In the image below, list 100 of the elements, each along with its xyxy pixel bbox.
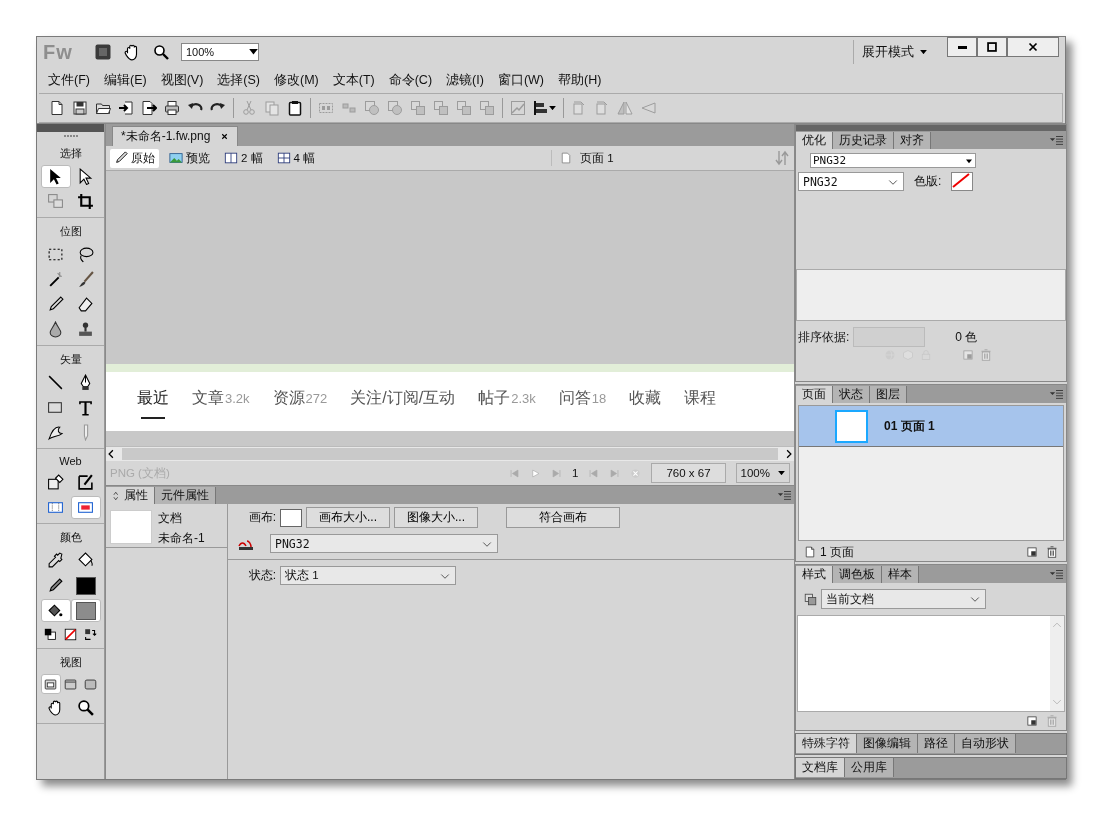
eraser-icon <box>77 296 94 313</box>
menu-item[interactable]: 文件(F) <box>41 69 97 91</box>
nav-tab-label: 问答 <box>558 388 591 408</box>
caret-icon[interactable] <box>549 105 556 111</box>
nav-tab-label: 关注/订阅/互动 <box>350 388 456 408</box>
panel-tab[interactable]: 文档库 <box>796 758 845 777</box>
eyedropper-icon <box>47 552 64 569</box>
panel-tab[interactable]: 调色板 <box>833 566 882 583</box>
new-page-icon[interactable] <box>1026 546 1038 558</box>
panel-tab[interactable]: 图层 <box>870 386 907 403</box>
canvas-button[interactable]: 图像大小... <box>394 507 479 528</box>
caret-icon[interactable] <box>920 49 927 55</box>
no-color-icon <box>64 627 77 641</box>
drop-icon <box>47 321 64 338</box>
color-count: 0 色 <box>955 328 978 346</box>
import-icon[interactable] <box>118 100 134 116</box>
close-button[interactable] <box>1007 37 1059 57</box>
panel-tab[interactable]: 状态 <box>833 386 870 403</box>
export-format-select[interactable]: PNG32 <box>270 534 498 553</box>
document-tab[interactable]: *未命名-1.fw.png <box>112 126 239 146</box>
menu-item[interactable]: 文本(T) <box>325 69 382 91</box>
nav-tab-label: 帖子 <box>478 388 511 408</box>
panel-menu-icon[interactable] <box>777 488 791 502</box>
clipboard-icon[interactable] <box>287 100 303 116</box>
panel-tab[interactable]: 优化 <box>796 132 833 149</box>
panel-tab[interactable]: 公用库 <box>845 758 894 777</box>
menu-item[interactable]: 命令(C) <box>381 69 440 91</box>
scrollbar-thumb[interactable] <box>122 448 778 460</box>
canvas-color-swatch[interactable] <box>280 508 302 527</box>
view-mode-button[interactable]: 4 幅 <box>272 148 320 168</box>
panel-tab[interactable]: 属性 <box>106 487 155 504</box>
caret-icon[interactable] <box>778 470 785 476</box>
panel-menu-icon[interactable] <box>1049 387 1063 401</box>
new-document-icon[interactable] <box>49 100 65 116</box>
panel-tab[interactable]: 对齐 <box>894 132 931 149</box>
style-library-icon <box>804 592 817 606</box>
panel-tab[interactable]: 样本 <box>882 566 919 583</box>
panel-tab[interactable]: 特殊字符 <box>796 734 857 753</box>
close-icon[interactable] <box>220 132 230 141</box>
caret-icon[interactable] <box>249 49 258 55</box>
align-icon[interactable] <box>533 100 549 116</box>
style-library-select[interactable]: 当前文档 <box>821 589 986 609</box>
view-mode-button[interactable]: 原始 <box>110 148 159 168</box>
menu-item[interactable]: 帮助(H) <box>551 69 609 91</box>
tool-button[interactable] <box>40 165 71 188</box>
panel-menu-icon[interactable] <box>1049 133 1063 147</box>
marquee-icon <box>47 246 64 263</box>
panel-tab[interactable]: 自动形状 <box>955 734 1016 753</box>
view-mode-button[interactable]: 2 幅 <box>220 148 267 168</box>
matte-swatch[interactable] <box>951 172 974 191</box>
menu-item[interactable]: 视图(V) <box>153 69 211 91</box>
minimize-button[interactable] <box>947 37 977 57</box>
new-style-icon[interactable] <box>1026 715 1038 727</box>
tool-button[interactable] <box>40 599 71 622</box>
slice-icon <box>77 474 94 491</box>
nav-tab-count: 18 <box>591 391 607 406</box>
zoom-icon <box>77 699 94 716</box>
state-select[interactable]: 状态 1 <box>280 566 456 585</box>
default-colors-icon <box>44 627 57 641</box>
tool-group-heading: 位图 <box>59 224 82 239</box>
maximize-button[interactable] <box>977 37 1007 57</box>
crop-icon <box>77 193 94 210</box>
fill-color-swatch[interactable] <box>75 601 96 620</box>
menu-item[interactable]: 窗口(W) <box>490 69 551 91</box>
zoom-dropdown[interactable]: 100% <box>735 463 790 483</box>
paint-bucket-icon <box>77 552 94 569</box>
menu-item[interactable]: 滤镜(I) <box>439 69 491 91</box>
folder-icon[interactable] <box>95 100 111 116</box>
preset-select[interactable]: PNG32 <box>810 153 976 168</box>
tool-group-heading: 选择 <box>59 146 82 161</box>
trash-icon[interactable] <box>1046 546 1058 558</box>
panel-tab[interactable]: 历史记录 <box>833 132 894 149</box>
menu-item[interactable]: 选择(S) <box>210 69 267 91</box>
canvas-button[interactable]: 画布大小... <box>306 507 390 528</box>
scroll-left-icon[interactable] <box>106 449 116 459</box>
panel-tab[interactable]: 页面 <box>796 386 833 403</box>
panel-tab[interactable]: 元件属性 <box>155 487 216 504</box>
page-row[interactable]: 01 页面 1 <box>799 406 1063 447</box>
format-select[interactable]: PNG32 <box>798 172 904 191</box>
scroll-right-icon[interactable] <box>784 449 794 459</box>
export-icon[interactable] <box>141 100 157 116</box>
menu-item[interactable]: 编辑(E) <box>96 69 154 91</box>
panel-tab[interactable]: 路径 <box>918 734 955 753</box>
stroke-pencil-icon <box>47 577 64 594</box>
canvas-button[interactable]: 符合画布 <box>506 507 621 528</box>
printer-icon[interactable] <box>164 100 180 116</box>
panel-tab[interactable]: 样式 <box>796 566 833 583</box>
save-icon[interactable] <box>72 100 88 116</box>
matte-label: 色版: <box>914 173 942 190</box>
menu-item[interactable]: 修改(M) <box>267 69 326 91</box>
line-icon <box>47 374 64 391</box>
zoom-icon[interactable] <box>153 44 169 60</box>
view-mode-button[interactable]: 预览 <box>165 148 214 168</box>
panel-tab[interactable]: 图像编辑 <box>857 734 918 753</box>
panel-menu-icon[interactable] <box>1049 567 1063 581</box>
brush-icon <box>77 271 94 288</box>
zoom-field[interactable]: 100% <box>181 43 259 61</box>
stroke-color-swatch[interactable] <box>75 576 96 595</box>
fullscreen-mode-icon <box>84 677 97 691</box>
workspace-switcher[interactable]: 展开模式 <box>853 40 935 64</box>
